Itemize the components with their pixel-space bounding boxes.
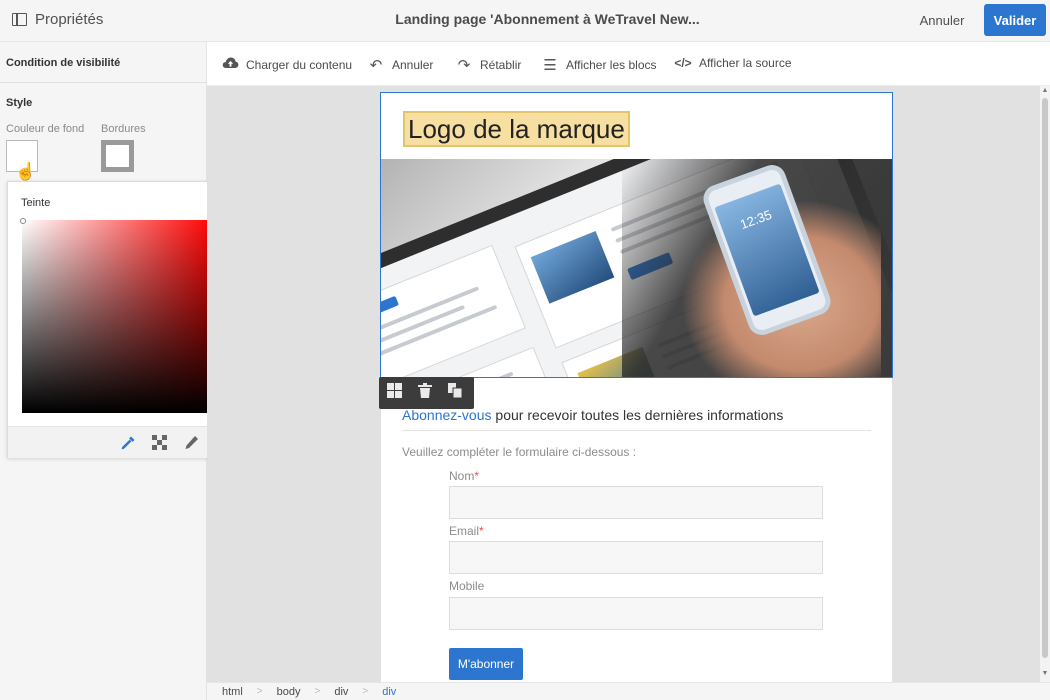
redo-icon: ↷	[457, 57, 471, 74]
picker-label: Teinte	[21, 197, 51, 209]
chevron-right-icon: >	[256, 686, 263, 697]
required-marker: *	[474, 469, 480, 483]
subscribe-heading: Abonnez-vous pour recevoir toutes les de…	[402, 407, 783, 423]
cloud-upload-icon	[221, 56, 239, 73]
load-content-button[interactable]: Charger du contenu	[221, 56, 352, 73]
breadcrumb-div[interactable]: div	[334, 686, 348, 698]
page-title: Landing page 'Abonnement à WeTravel New.…	[395, 11, 700, 27]
editor-toolbar: Charger du contenu ↶ Annuler ↷ Rétablir …	[207, 42, 1050, 86]
email-input[interactable]	[449, 541, 823, 574]
undo-button[interactable]: ↶ Annuler	[367, 56, 434, 74]
scrollbar-thumb[interactable]	[1042, 98, 1048, 658]
block-actions-toolbar	[379, 377, 474, 409]
scroll-up-icon[interactable]: ▲	[1040, 87, 1050, 94]
field-label-text: Email	[449, 524, 480, 538]
section-divider	[0, 82, 207, 83]
scroll-down-icon[interactable]: ▼	[1040, 670, 1050, 677]
visibility-condition-section[interactable]: Condition de visibilité	[6, 57, 120, 69]
validate-button[interactable]: Valider	[984, 4, 1046, 36]
undo-label: Annuler	[392, 58, 434, 72]
breadcrumb: html > body > div > div	[207, 682, 1050, 700]
delete-icon[interactable]	[416, 383, 434, 401]
transparent-icon[interactable]	[152, 435, 167, 454]
canvas-scrollbar[interactable]: ▲ ▼	[1040, 86, 1050, 682]
redo-label: Rétablir	[480, 58, 522, 72]
duplicate-icon[interactable]	[446, 383, 464, 401]
breadcrumb-div-current[interactable]: div	[382, 686, 396, 698]
redo-button[interactable]: ↷ Rétablir	[455, 56, 522, 74]
field-label-text: Nom	[449, 469, 475, 483]
layout-icon[interactable]	[385, 383, 403, 401]
breadcrumb-html[interactable]: html	[222, 686, 243, 698]
divider	[402, 430, 871, 431]
load-content-label: Charger du contenu	[246, 57, 353, 72]
name-input[interactable]	[449, 486, 823, 519]
hero-image[interactable]: 12:35	[381, 159, 892, 378]
show-blocks-button[interactable]: ☰ Afficher les blocs	[541, 56, 657, 74]
borders-swatch[interactable]	[101, 140, 134, 172]
read-more-pill	[381, 295, 399, 321]
chevron-right-icon: >	[314, 686, 321, 697]
blocks-icon: ☰	[543, 57, 557, 74]
text-line	[381, 286, 480, 335]
show-blocks-label: Afficher les blocs	[566, 58, 657, 72]
subscribe-link[interactable]: Abonnez-vous	[402, 407, 492, 423]
required-marker: *	[479, 524, 484, 538]
color-selector-handle[interactable]	[20, 218, 26, 224]
mobile-field-label: Mobile	[449, 579, 484, 593]
show-source-label: Afficher la source	[699, 56, 792, 70]
editor-canvas: Logo de la marque 12:35 Abonnez-vous pou…	[207, 86, 1040, 682]
mobile-input[interactable]	[449, 597, 823, 630]
subscribe-text: pour recevoir toutes les dernières infor…	[491, 407, 784, 423]
name-field-label: Nom*	[449, 469, 479, 483]
code-icon: </>	[674, 56, 692, 70]
breadcrumb-body[interactable]: body	[277, 686, 301, 698]
form-intro: Veuillez compléter le formulaire ci-dess…	[402, 445, 637, 459]
email-field-label: Email*	[449, 524, 484, 538]
hand-cursor-icon: ☝	[15, 162, 37, 181]
eyedropper-icon[interactable]	[120, 435, 136, 455]
background-color-label: Couleur de fond	[6, 123, 85, 135]
article-thumbnail	[530, 231, 615, 304]
saturation-brightness-area[interactable]	[22, 220, 215, 413]
subscribe-button[interactable]: M'abonner	[449, 648, 523, 680]
undo-icon: ↶	[369, 57, 383, 74]
borders-label: Bordures	[101, 123, 146, 135]
pencil-icon[interactable]	[184, 435, 199, 454]
chevron-right-icon: >	[362, 686, 369, 697]
app-header: Propriétés Landing page 'Abonnement à We…	[0, 0, 1050, 42]
cancel-button[interactable]: Annuler	[908, 5, 976, 36]
brand-logo-text[interactable]: Logo de la marque	[403, 111, 630, 147]
phone-time: 12:35	[738, 206, 774, 233]
style-section-title: Style	[6, 97, 33, 109]
field-label-text: Mobile	[449, 579, 485, 593]
show-source-button[interactable]: </> Afficher la source	[674, 56, 792, 70]
